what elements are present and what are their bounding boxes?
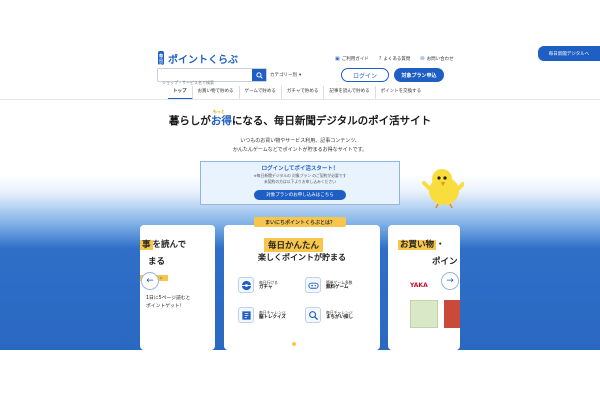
left-card-title: 事を読んで bbox=[140, 240, 187, 250]
carousel-dot[interactable] bbox=[301, 342, 305, 346]
right-card-title: お買い物・ bbox=[398, 240, 445, 250]
magnifier-icon bbox=[308, 310, 318, 320]
login-panel-note: ※毎日新聞デジタルの 対象プラン のご契約が必要です 未契約の方は以下よりお申し… bbox=[253, 173, 347, 184]
logo-mark: 毎日新聞 bbox=[158, 51, 164, 73]
mid-card-subtitle: 楽しくポイントが貯まる bbox=[258, 253, 346, 262]
login-button[interactable]: ログイン bbox=[341, 68, 389, 82]
arrow-left-icon: ← bbox=[146, 276, 154, 286]
carousel-pause-button[interactable] bbox=[451, 341, 457, 347]
gamepad-icon bbox=[307, 282, 319, 289]
mid-card-title: 毎日かんたん bbox=[264, 238, 324, 252]
mail-icon: ✉ bbox=[420, 56, 425, 62]
question-icon: ? bbox=[378, 56, 382, 62]
right-card-subtitle: ポイン bbox=[432, 257, 458, 267]
mascot-chick-icon bbox=[422, 169, 464, 209]
quiz-icon bbox=[241, 310, 251, 320]
arrow-right-icon: → bbox=[446, 276, 454, 286]
feature-brain-quiz[interactable]: 毎日チャレンジ 脳トレクイズ bbox=[238, 307, 286, 323]
carousel-dots bbox=[283, 342, 314, 346]
gacha-icon bbox=[241, 280, 251, 290]
hero-title: 暮らしが もっと お得になる、毎日新聞デジタルのポイ活サイト bbox=[168, 109, 432, 127]
top-links: ▣ ご利用ガイド ? よくある質問 ✉ お問い合わせ bbox=[335, 56, 454, 62]
carousel-next-button[interactable]: → bbox=[441, 272, 459, 290]
nav-game[interactable]: ゲームで貯める bbox=[240, 86, 282, 100]
feature-free-game[interactable]: 簡単ゲーム多数 無料ゲーム bbox=[305, 277, 352, 293]
nav-exchange[interactable]: ポイントを交換する bbox=[376, 86, 427, 100]
nav-top[interactable]: トップ bbox=[168, 86, 193, 100]
search-box bbox=[157, 68, 267, 89]
logo-text: ポイントくらぶ bbox=[168, 54, 238, 66]
nav-shopping[interactable]: お買い物で貯める bbox=[193, 86, 240, 100]
carousel-prev-button[interactable]: ← bbox=[141, 272, 159, 290]
digital-site-button[interactable]: 毎日新聞デジタルへ bbox=[538, 46, 600, 61]
category-label: カテゴリー別 bbox=[270, 73, 297, 78]
hero-subtitle: いつものお買い物やサービス利用、記事コンテンツ、 かんたんゲームなどでポイントが… bbox=[232, 138, 368, 153]
search-button[interactable] bbox=[252, 69, 266, 81]
nav-articles[interactable]: 記事を読んで貯める bbox=[324, 86, 376, 100]
guide-icon: ▣ bbox=[335, 56, 340, 62]
plan-apply-button[interactable]: 対象プラン申込 bbox=[394, 68, 444, 82]
feature-spot-difference[interactable]: 毎日チャレンジ まちがい探し bbox=[305, 307, 353, 323]
chevron-down-icon: ▾ bbox=[299, 72, 302, 78]
search-icon bbox=[255, 71, 263, 79]
carousel-dot[interactable] bbox=[310, 342, 314, 346]
carousel-dot-active[interactable] bbox=[292, 342, 296, 346]
left-card-subtitle: まる bbox=[148, 257, 166, 267]
about-ribbon[interactable]: まいにちポイントくらぶとは？ bbox=[254, 217, 346, 227]
main-nav: トップ お買い物で貯める ゲームで貯める ガチャで貯める 記事を読んで貯める ポ… bbox=[168, 86, 426, 100]
carousel-dot[interactable] bbox=[283, 342, 287, 346]
product-image-2 bbox=[444, 300, 460, 328]
nav-divider bbox=[0, 99, 600, 100]
feature-gacha[interactable]: 毎日行ける ガチャ bbox=[238, 277, 278, 293]
nav-gacha[interactable]: ガチャで貯める bbox=[282, 86, 325, 100]
category-select[interactable]: カテゴリー別 ▾ bbox=[270, 69, 310, 81]
site-logo[interactable]: 毎日新聞 ポイントくらぶ bbox=[158, 50, 238, 73]
faq-link[interactable]: ? よくある質問 bbox=[379, 56, 411, 62]
product-image bbox=[410, 300, 438, 328]
left-card-note: 1日に5ページ読むと ポイントゲット！ bbox=[146, 296, 191, 309]
contact-link[interactable]: ✉ お問い合わせ bbox=[420, 56, 453, 62]
login-panel-title: ログインしてポイ活スタート！ bbox=[261, 166, 339, 172]
guide-link[interactable]: ▣ ご利用ガイド bbox=[335, 56, 369, 62]
plan-apply-cta[interactable]: 対象プランのお申し込みはこちら bbox=[254, 190, 346, 200]
hero-highlight: もっと お得 bbox=[210, 109, 232, 127]
